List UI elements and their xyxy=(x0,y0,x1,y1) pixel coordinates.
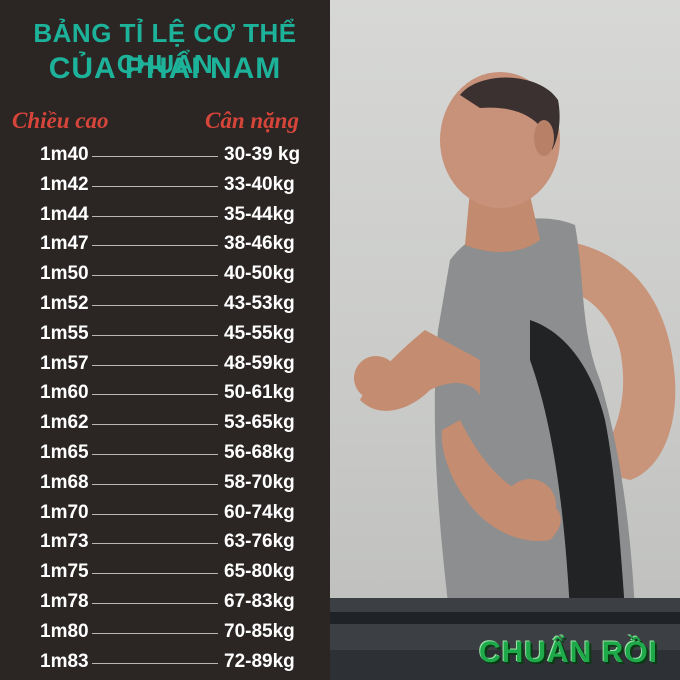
weight-value: 53-65kg xyxy=(224,412,295,434)
table-row: 1m47 38-46kg xyxy=(0,231,330,261)
table-row: 1m83 72-89kg xyxy=(0,649,330,679)
height-value: 1m50 xyxy=(40,263,89,285)
row-leader-line xyxy=(92,275,218,277)
infographic: BẢNG TỈ LỆ CƠ THỂ CHUẨN CỦA PHÁI NAM Chi… xyxy=(0,0,680,680)
height-value: 1m70 xyxy=(40,501,89,523)
row-leader-line xyxy=(92,334,218,336)
table-row: 1m68 58-70kg xyxy=(0,470,330,500)
table-row: 1m70 60-74kg xyxy=(0,500,330,530)
weight-value: 50-61kg xyxy=(224,382,295,404)
table-row: 1m57 48-59kg xyxy=(0,351,330,381)
row-leader-line xyxy=(92,483,218,485)
chuan-roi-logo: CHUẨN RỒI xyxy=(479,636,658,669)
weight-value: 33-40kg xyxy=(224,173,295,195)
row-leader-line xyxy=(92,215,218,217)
table-row: 1m73 63-76kg xyxy=(0,529,330,559)
row-leader-line xyxy=(92,662,218,664)
row-leader-line xyxy=(92,304,218,306)
weight-value: 58-70kg xyxy=(224,471,295,493)
height-value: 1m60 xyxy=(40,382,89,404)
height-value: 1m73 xyxy=(40,531,89,553)
weight-value: 45-55kg xyxy=(224,322,295,344)
table-row: 1m55 45-55kg xyxy=(0,321,330,351)
row-leader-line xyxy=(92,602,218,604)
row-leader-line xyxy=(92,513,218,515)
weight-table-panel: BẢNG TỈ LỆ CƠ THỂ CHUẨN CỦA PHÁI NAM Chi… xyxy=(0,0,330,680)
table-rows: 1m40 30-39 kg 1m42 33-40kg 1m44 35-44kg 1m47 38… xyxy=(0,142,330,678)
weight-value: 65-80kg xyxy=(224,561,295,583)
weight-value: 60-74kg xyxy=(224,501,295,523)
weight-value: 43-53kg xyxy=(224,292,295,314)
table-row: 1m40 30-39 kg xyxy=(0,142,330,172)
table-row: 1m60 50-61kg xyxy=(0,380,330,410)
height-value: 1m44 xyxy=(40,203,89,225)
table-row: 1m42 33-40kg xyxy=(0,172,330,202)
table-row: 1m52 43-53kg xyxy=(0,291,330,321)
table-row: 1m78 67-83kg xyxy=(0,589,330,619)
runner-photo: CHUẨN RỒI xyxy=(330,0,680,680)
row-leader-line xyxy=(92,632,218,634)
row-leader-line xyxy=(92,364,218,366)
height-value: 1m78 xyxy=(40,590,89,612)
weight-value: 67-83kg xyxy=(224,590,295,612)
height-value: 1m42 xyxy=(40,173,89,195)
height-value: 1m80 xyxy=(40,620,89,642)
height-value: 1m68 xyxy=(40,471,89,493)
row-leader-line xyxy=(92,453,218,455)
table-row: 1m62 53-65kg xyxy=(0,410,330,440)
row-leader-line xyxy=(92,424,218,426)
table-row: 1m75 65-80kg xyxy=(0,559,330,589)
height-value: 1m62 xyxy=(40,412,89,434)
weight-value: 70-85kg xyxy=(224,620,295,642)
weight-value: 30-39 kg xyxy=(224,144,301,165)
weight-value: 38-46kg xyxy=(224,233,295,255)
weight-value: 72-89kg xyxy=(224,650,295,672)
weight-value: 63-76kg xyxy=(224,531,295,553)
weight-column-header: Cân nặng xyxy=(205,108,299,133)
row-leader-line xyxy=(92,245,218,247)
row-leader-line xyxy=(92,543,218,545)
weight-value: 35-44kg xyxy=(224,203,295,225)
row-leader-line xyxy=(92,185,218,187)
weight-value: 40-50kg xyxy=(224,263,295,285)
height-value: 1m55 xyxy=(40,322,89,344)
height-value: 1m65 xyxy=(40,441,89,463)
height-value: 1m83 xyxy=(40,650,89,672)
row-leader-line xyxy=(92,394,218,396)
runner-illustration xyxy=(330,72,680,680)
row-leader-line xyxy=(92,156,218,157)
height-value: 1m57 xyxy=(40,352,89,374)
weight-value: 56-68kg xyxy=(224,441,295,463)
height-value: 1m40 xyxy=(40,144,89,165)
table-row: 1m65 56-68kg xyxy=(0,440,330,470)
table-row: 1m80 70-85kg xyxy=(0,619,330,649)
weight-value: 48-59kg xyxy=(224,352,295,374)
height-value: 1m75 xyxy=(40,561,89,583)
row-leader-line xyxy=(92,573,218,575)
height-value: 1m52 xyxy=(40,292,89,314)
title-line-2: CỦA PHÁI NAM xyxy=(48,52,282,85)
height-column-header: Chiều cao xyxy=(12,108,109,133)
table-row: 1m44 35-44kg xyxy=(0,202,330,232)
height-value: 1m47 xyxy=(40,233,89,255)
table-row: 1m50 40-50kg xyxy=(0,261,330,291)
